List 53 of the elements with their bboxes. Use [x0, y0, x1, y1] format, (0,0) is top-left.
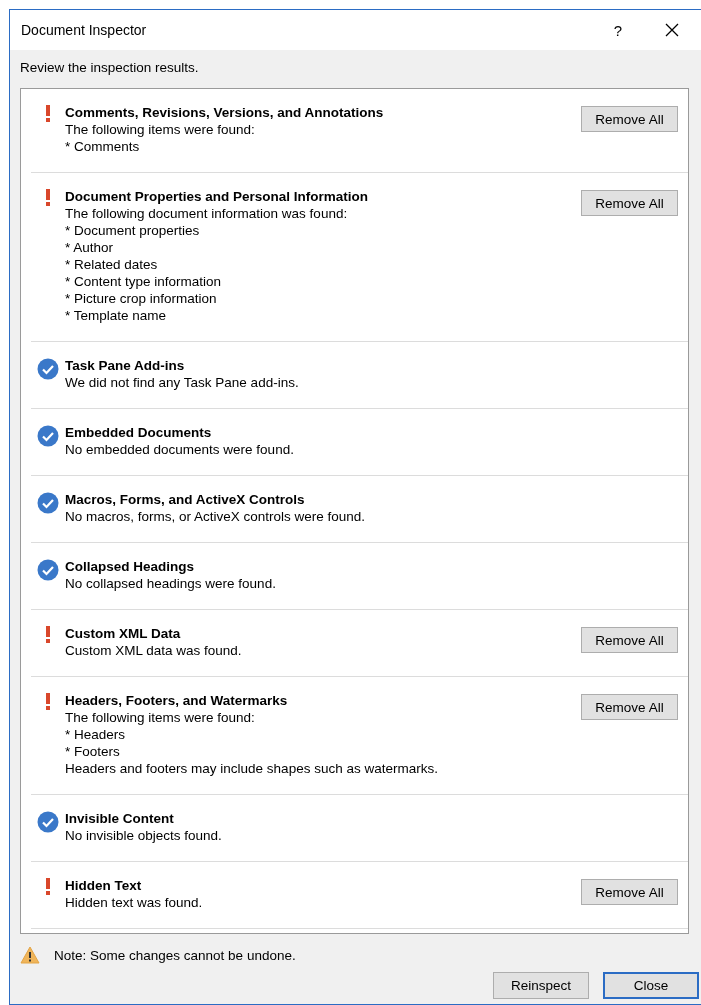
close-button[interactable]: Close: [603, 972, 699, 999]
result-text: * Comments: [65, 138, 141, 155]
check-circle-icon: [37, 492, 59, 514]
instruction-text: Review the inspection results.: [19, 59, 200, 77]
section-title: Headers, Footers, and Watermarks: [65, 692, 289, 709]
check-circle-icon: [37, 811, 59, 833]
section-title: Collapsed Headings: [65, 558, 196, 575]
close-icon[interactable]: [665, 23, 679, 37]
section-title: Task Pane Add-ins: [65, 357, 186, 374]
exclamation-icon: [45, 626, 51, 643]
result-text: No collapsed headings were found.: [65, 575, 277, 592]
section-title: Comments, Revisions, Versions, and Annotations: [65, 104, 385, 121]
exclamation-icon: [45, 693, 51, 710]
result-text: Hidden text was found.: [65, 894, 204, 911]
result-text: The following document information was found:: [65, 205, 349, 222]
remove-all-button[interactable]: Remove All: [581, 694, 678, 720]
result-text: * Related dates: [65, 256, 159, 273]
help-button[interactable]: ?: [593, 21, 643, 39]
section-title: Macros, Forms, and ActiveX Controls: [65, 491, 306, 508]
result-text: We did not find any Task Pane add-ins.: [65, 374, 300, 391]
result-text: * Template name: [65, 307, 168, 324]
exclamation-icon: [45, 105, 51, 122]
check-circle-icon: [37, 358, 59, 380]
result-text: * Footers: [65, 743, 121, 760]
result-text: The following items were found:: [65, 121, 256, 138]
section-title: Document Properties and Personal Information: [65, 188, 370, 205]
result-text: * Headers: [65, 726, 127, 743]
section-title: Invisible Content: [65, 810, 175, 827]
result-text: * Document properties: [65, 222, 201, 239]
result-text: Custom XML data was found.: [65, 642, 243, 659]
section-title: Embedded Documents: [65, 424, 213, 441]
exclamation-icon: [45, 189, 51, 206]
check-circle-icon: [37, 425, 59, 447]
reinspect-button[interactable]: Reinspect: [493, 972, 589, 999]
result-text: * Picture crop information: [65, 290, 218, 307]
remove-all-button[interactable]: Remove All: [581, 879, 678, 905]
note-text: Note: Some changes cannot be undone.: [54, 947, 296, 963]
remove-all-button[interactable]: Remove All: [581, 190, 678, 216]
result-text: The following items were found:: [65, 709, 256, 726]
result-text: Headers and footers may include shapes such as watermarks.: [65, 760, 439, 777]
result-text: No embedded documents were found.: [65, 441, 295, 458]
result-text: No invisible objects found.: [65, 827, 223, 844]
result-text: No macros, forms, or ActiveX controls were found.: [65, 508, 367, 525]
warning-icon: [20, 946, 40, 964]
remove-all-button[interactable]: Remove All: [581, 106, 678, 132]
result-text: * Author: [65, 239, 115, 256]
remove-all-button[interactable]: Remove All: [581, 627, 678, 653]
check-circle-icon: [37, 559, 59, 581]
exclamation-icon: [45, 878, 51, 895]
window-title: Document Inspector: [21, 22, 148, 38]
section-title: Hidden Text: [65, 877, 143, 894]
result-text: * Content type information: [65, 273, 223, 290]
section-title: Custom XML Data: [65, 625, 182, 642]
